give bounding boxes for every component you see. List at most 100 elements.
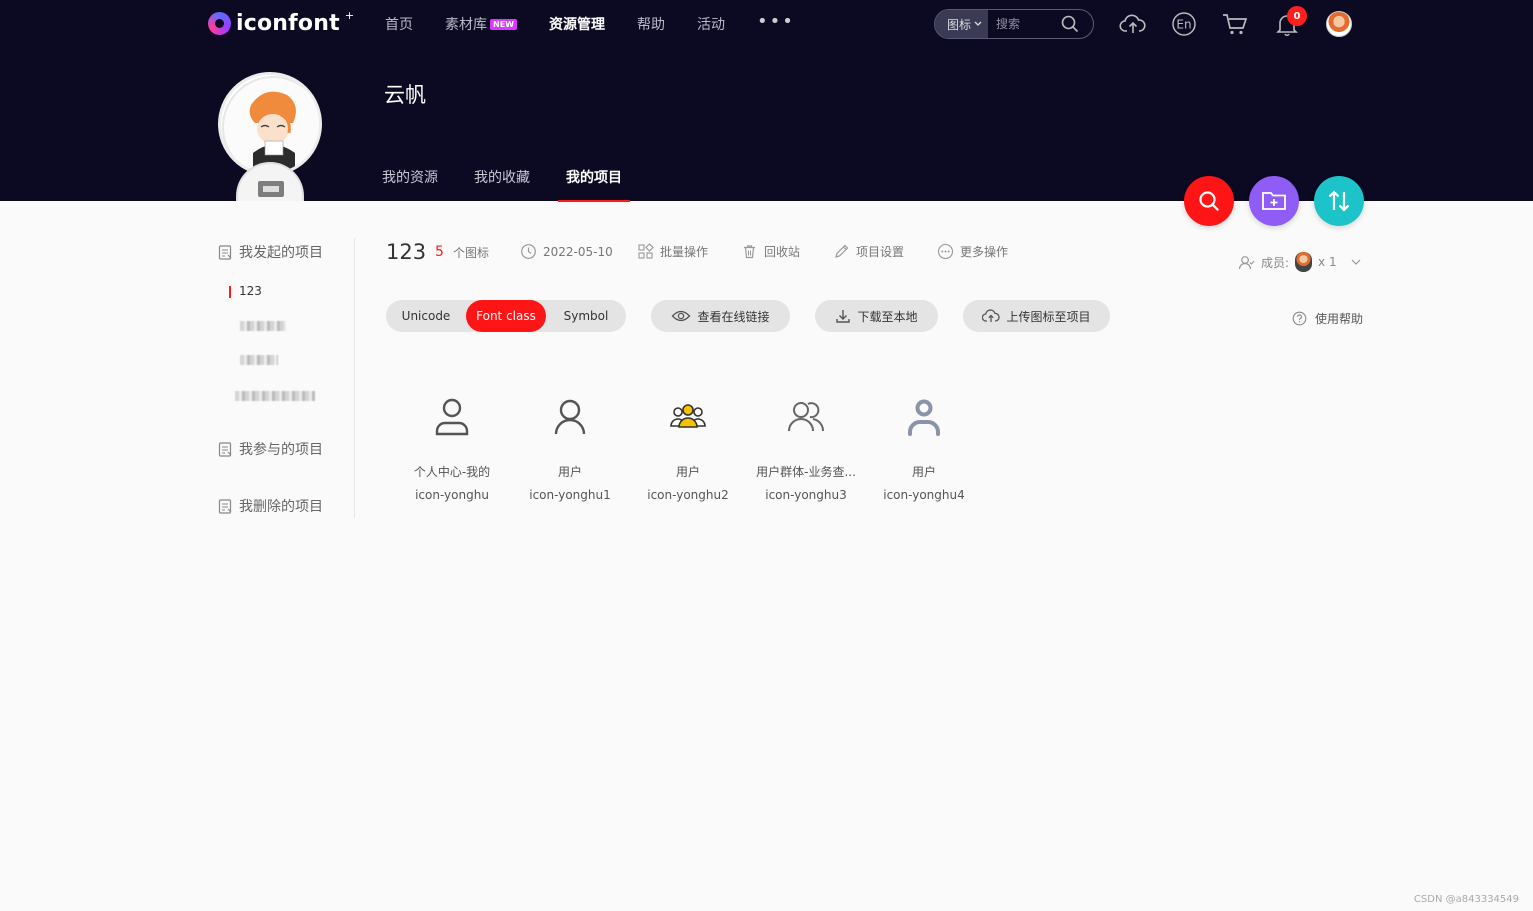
iconfont-logo[interactable]: iconfont +	[208, 9, 355, 36]
project-doc-icon	[218, 244, 232, 260]
upload-icons-button[interactable]: 上传图标至项目	[963, 300, 1110, 332]
sidebar-item-blurred[interactable]	[235, 391, 315, 401]
code-type-switch: Unicode Font class Symbol	[386, 300, 626, 332]
batch-operation-button[interactable]: 批量操作	[637, 243, 708, 260]
upload-icons-label: 上传图标至项目	[1006, 309, 1091, 324]
nav-material-library[interactable]: 素材库 NEW	[445, 14, 517, 34]
sidebar-item-blurred[interactable]	[240, 321, 286, 331]
cart-button[interactable]	[1221, 10, 1249, 38]
person-outline-icon	[432, 393, 472, 441]
download-local-button[interactable]: 下载至本地	[815, 300, 938, 332]
segment-symbol[interactable]: Symbol	[546, 300, 626, 332]
eye-icon	[672, 310, 691, 322]
nav-resource-management-label: 资源管理	[548, 17, 605, 33]
batch-operation-label: 批量操作	[660, 245, 709, 259]
sidebar-group-participated-label: 我参与的项目	[239, 442, 323, 458]
icon-code: icon-yonghu2	[647, 488, 729, 502]
sidebar-item-project[interactable]: 123	[229, 284, 262, 298]
user-group-outline-icon	[786, 393, 826, 441]
search-icon	[1061, 15, 1079, 33]
sort-arrows-icon	[1328, 190, 1350, 212]
chevron-down-icon	[1351, 259, 1361, 265]
search-type-select[interactable]: 图标	[935, 10, 989, 38]
profile-avatar-image	[222, 76, 319, 173]
sidebar-group-initiated[interactable]: 我发起的项目	[217, 242, 323, 262]
nav-help-label: 帮助	[636, 17, 665, 33]
folder-add-icon	[1262, 192, 1286, 210]
question-circle-icon	[1292, 311, 1307, 326]
logo-text: iconfont	[236, 11, 340, 36]
nav-activity[interactable]: 活动	[697, 14, 725, 34]
user-solid-gray-icon	[904, 393, 944, 441]
project-doc-icon	[218, 498, 232, 514]
members-label: 成员:	[1261, 255, 1290, 270]
segment-font-class[interactable]: Font class	[466, 300, 546, 332]
search-input[interactable]	[988, 17, 1057, 31]
trash-icon	[744, 245, 755, 259]
icon-card[interactable]: 用户 icon-yonghu1	[511, 393, 629, 502]
members-selector[interactable]: 成员: x 1	[1238, 252, 1363, 272]
members-icon	[1238, 255, 1255, 269]
search-submit-button[interactable]	[1056, 15, 1084, 33]
svg-text:En: En	[1176, 18, 1191, 32]
usage-help-link[interactable]: 使用帮助	[1292, 310, 1363, 327]
tab-my-resources[interactable]: 我的资源	[382, 167, 438, 201]
nav-more-icon[interactable]: •••	[757, 11, 795, 32]
sidebar-group-participated[interactable]: 我参与的项目	[217, 439, 323, 459]
language-en-icon: En	[1172, 12, 1196, 36]
nav-home-label: 首页	[385, 17, 413, 33]
icon-code: icon-yonghu1	[529, 488, 611, 502]
nav-activity-label: 活动	[696, 17, 725, 33]
nav-resource-management[interactable]: 资源管理	[549, 14, 605, 34]
nav-home[interactable]: 首页	[385, 14, 413, 34]
member-avatar	[1295, 252, 1313, 272]
project-sidebar: 我发起的项目 123 我参与的项目 我删除的项目	[215, 238, 355, 518]
icon-card[interactable]: 个人中心-我的 icon-yonghu	[393, 393, 511, 502]
more-actions-label: 更多操作	[960, 245, 1009, 259]
user-group-yellow-icon	[668, 393, 708, 441]
username: 云帆	[384, 83, 426, 107]
nav-help[interactable]: 帮助	[637, 14, 665, 34]
icon-code: icon-yonghu	[415, 488, 489, 502]
user-avatar[interactable]	[1326, 11, 1352, 37]
upload-cloud-button[interactable]	[1119, 10, 1147, 38]
usage-help-label: 使用帮助	[1315, 312, 1364, 326]
icon-count-label: 个图标	[453, 246, 490, 260]
sort-fab-button[interactable]	[1314, 176, 1364, 226]
sidebar-item-blurred[interactable]	[240, 355, 278, 365]
profile-avatar	[218, 72, 322, 176]
icon-code: icon-yonghu3	[765, 488, 847, 502]
icon-card[interactable]: 用户 icon-yonghu2	[629, 393, 747, 502]
language-switch-button[interactable]: En	[1170, 10, 1198, 38]
segment-unicode[interactable]: Unicode	[386, 300, 466, 332]
search-box: 图标	[934, 9, 1094, 39]
sidebar-group-deleted[interactable]: 我删除的项目	[217, 496, 323, 516]
new-folder-fab-button[interactable]	[1249, 176, 1299, 226]
tab-my-favorites[interactable]: 我的收藏	[474, 167, 530, 201]
icon-grid: 个人中心-我的 icon-yonghu 用户 icon-yonghu1 用户 i…	[393, 393, 983, 502]
more-actions-button[interactable]: 更多操作	[937, 243, 1008, 260]
icon-name: 用户	[557, 465, 582, 479]
new-badge: NEW	[490, 18, 517, 30]
project-date-text: 2022-05-10	[543, 244, 613, 259]
view-online-link-button[interactable]: 查看在线链接	[651, 300, 790, 332]
cart-icon	[1223, 14, 1248, 35]
project-doc-icon	[218, 441, 232, 457]
search-fab-button[interactable]	[1184, 176, 1234, 226]
sidebar-group-initiated-label: 我发起的项目	[239, 245, 323, 261]
logo-superscript: +	[344, 9, 355, 22]
members-count: x 1	[1318, 255, 1337, 269]
pedestal-screen-icon	[258, 181, 284, 197]
batch-grid-icon	[638, 243, 654, 259]
icon-name: 用户	[675, 465, 700, 479]
download-local-label: 下载至本地	[857, 309, 918, 324]
icon-name: 用户	[911, 465, 936, 479]
tab-my-projects[interactable]: 我的项目	[558, 167, 630, 202]
icon-name: 个人中心-我的	[413, 465, 491, 479]
icon-card[interactable]: 用户群体-业务查... icon-yonghu3	[747, 393, 865, 502]
upload-cloud-icon	[982, 309, 1001, 322]
notification-button[interactable]: 0	[1273, 6, 1307, 38]
project-settings-button[interactable]: 项目设置	[833, 243, 904, 260]
icon-card[interactable]: 用户 icon-yonghu4	[865, 393, 983, 502]
recycle-bin-button[interactable]: 回收站	[741, 243, 800, 260]
